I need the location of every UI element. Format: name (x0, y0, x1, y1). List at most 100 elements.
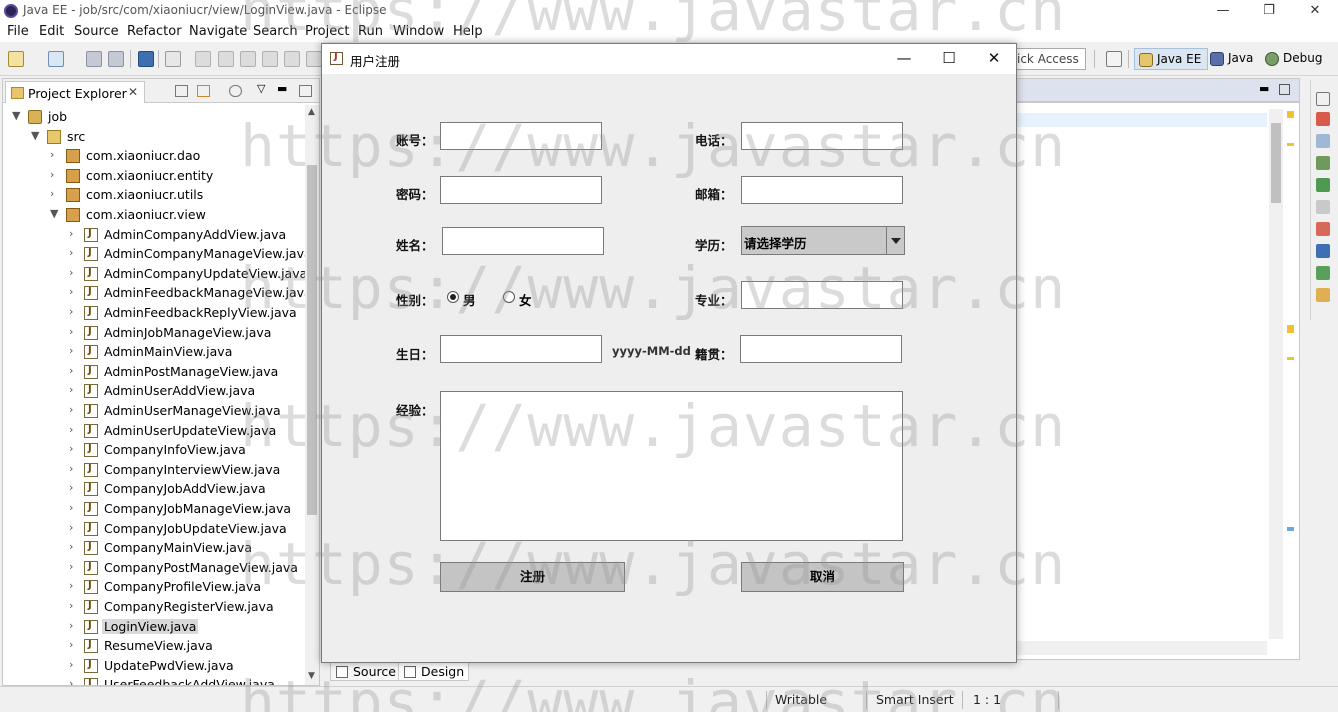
chevron-down-icon[interactable]: ▼ (50, 207, 60, 220)
scroll-up-icon[interactable]: ▲ (308, 107, 315, 117)
chevron-right-icon[interactable]: › (69, 677, 79, 685)
birthplace-input[interactable] (740, 335, 902, 363)
minimize-button[interactable]: — (1200, 1, 1246, 21)
snippets-icon[interactable] (1316, 200, 1330, 214)
chevron-right-icon[interactable]: › (50, 148, 60, 161)
chevron-right-icon[interactable]: › (69, 325, 79, 338)
restore-button[interactable]: ❐ (1246, 1, 1292, 21)
maximize-editor-icon[interactable] (1279, 84, 1290, 95)
skip-breakpoints-icon[interactable] (165, 51, 181, 67)
chevron-right-icon[interactable]: › (69, 462, 79, 475)
new-project-icon[interactable] (48, 51, 64, 67)
disconnect-icon[interactable] (262, 51, 278, 67)
console-view-icon[interactable] (1316, 244, 1330, 258)
tree-item-file[interactable]: › UserFeedbackAddView.java (3, 675, 305, 685)
quick-access-field[interactable]: ick Access (1010, 48, 1086, 70)
tree-item-src[interactable]: ▼ src (3, 127, 305, 147)
step-over-icon[interactable] (306, 51, 322, 67)
open-perspective-icon[interactable] (1106, 51, 1122, 67)
tree-item-file[interactable]: › AdminJobManageView.java (3, 323, 305, 343)
tree-item-file[interactable]: › LoginView.java (3, 617, 305, 637)
menu-source[interactable]: Source (74, 24, 119, 39)
chevron-right-icon[interactable]: › (69, 521, 79, 534)
tree-item-file[interactable]: › ResumeView.java (3, 636, 305, 656)
chevron-right-icon[interactable]: › (69, 383, 79, 396)
chevron-right-icon[interactable]: › (69, 403, 79, 416)
chevron-right-icon[interactable]: › (69, 619, 79, 632)
new-icon[interactable] (8, 51, 24, 67)
dialog-title-bar[interactable]: 用户注册 — ☐ ✕ (322, 44, 1016, 74)
tree-item-package[interactable]: › com.xiaoniucr.utils (3, 185, 305, 205)
menu-navigate[interactable]: Navigate (189, 24, 247, 39)
tree-item-file[interactable]: › CompanyInfoView.java (3, 440, 305, 460)
progress-icon[interactable] (1316, 266, 1330, 280)
birthday-input[interactable] (440, 335, 602, 363)
chevron-right-icon[interactable]: › (69, 481, 79, 494)
major-input[interactable] (741, 281, 903, 309)
chevron-right-icon[interactable]: › (50, 187, 60, 200)
restore-view-icon[interactable] (1316, 92, 1330, 106)
experience-textarea[interactable] (440, 391, 903, 541)
chevron-right-icon[interactable]: › (69, 579, 79, 592)
maximize-view-icon[interactable] (299, 85, 312, 97)
close-tab-icon[interactable]: ✕ (128, 85, 138, 99)
filters-icon[interactable] (229, 85, 242, 97)
close-window-button[interactable]: ✕ (1292, 1, 1338, 21)
scroll-thumb[interactable] (1271, 123, 1281, 203)
servers-icon[interactable] (1316, 156, 1330, 170)
tree-item-file[interactable]: › CompanyInterviewView.java (3, 460, 305, 480)
tree-item-file[interactable]: › AdminUserManageView.java (3, 401, 305, 421)
resume-icon[interactable] (195, 51, 211, 67)
console-icon[interactable] (138, 51, 154, 67)
chevron-right-icon[interactable]: › (69, 285, 79, 298)
name-input[interactable] (442, 227, 604, 255)
chevron-right-icon[interactable]: › (50, 168, 60, 181)
chevron-right-icon[interactable]: › (69, 305, 79, 318)
chevron-down-icon[interactable]: ▼ (31, 129, 41, 142)
step-into-icon[interactable] (284, 51, 300, 67)
chevron-right-icon[interactable]: › (69, 266, 79, 279)
perspective-java-ee[interactable]: Java EE (1134, 48, 1209, 70)
tree-item-file[interactable]: › UpdatePwdView.java (3, 656, 305, 676)
save-all-icon[interactable] (108, 51, 124, 67)
markers-icon[interactable] (1316, 112, 1330, 126)
chevron-right-icon[interactable]: › (69, 638, 79, 651)
tree-item-file[interactable]: › CompanyJobAddView.java (3, 479, 305, 499)
tree-item-file[interactable]: › AdminCompanyUpdateView.java (3, 264, 305, 284)
chevron-right-icon[interactable]: › (69, 227, 79, 240)
gender-male-label[interactable]: 男 (463, 290, 476, 309)
tab-design[interactable]: Design (398, 662, 470, 681)
menu-file[interactable]: File (7, 24, 29, 39)
tree-item-package[interactable]: › com.xiaoniucr.dao (3, 146, 305, 166)
scroll-thumb[interactable] (307, 165, 317, 515)
gender-female-radio[interactable] (503, 291, 515, 303)
chevron-right-icon[interactable]: › (69, 540, 79, 553)
tree-item-file[interactable]: › CompanyPostManageView.java (3, 558, 305, 578)
dialog-minimize-button[interactable]: — (882, 44, 926, 74)
view-menu-icon[interactable]: ▽ (257, 82, 265, 95)
password-input[interactable] (440, 176, 602, 204)
chevron-right-icon[interactable]: › (69, 501, 79, 514)
tree-item-file[interactable]: › AdminUserUpdateView.java (3, 421, 305, 441)
collapse-all-icon[interactable] (175, 85, 188, 97)
chevron-right-icon[interactable]: › (69, 560, 79, 573)
terminate-icon[interactable] (240, 51, 256, 67)
save-icon[interactable] (86, 51, 102, 67)
tree-item-file[interactable]: › CompanyJobManageView.java (3, 499, 305, 519)
explorer-scrollbar[interactable]: ▲ ▼ (305, 105, 319, 685)
menu-window[interactable]: Window (393, 24, 444, 39)
suspend-icon[interactable] (218, 51, 234, 67)
chevron-right-icon[interactable]: › (69, 599, 79, 612)
editor-vertical-scrollbar[interactable] (1269, 109, 1283, 639)
phone-input[interactable] (741, 122, 903, 150)
editor-area[interactable] (1016, 102, 1300, 660)
dialog-maximize-button[interactable]: ☐ (927, 44, 971, 74)
tree-item-package[interactable]: ▼ com.xiaoniucr.view (3, 205, 305, 225)
gender-male-radio[interactable] (447, 291, 459, 303)
cancel-button[interactable]: 取消 (741, 562, 904, 592)
search-view-icon[interactable] (1316, 288, 1330, 302)
chevron-right-icon[interactable]: › (69, 364, 79, 377)
problems-icon[interactable] (1316, 222, 1330, 236)
tree-item-file[interactable]: › CompanyMainView.java (3, 538, 305, 558)
chevron-down-icon[interactable] (886, 227, 904, 254)
